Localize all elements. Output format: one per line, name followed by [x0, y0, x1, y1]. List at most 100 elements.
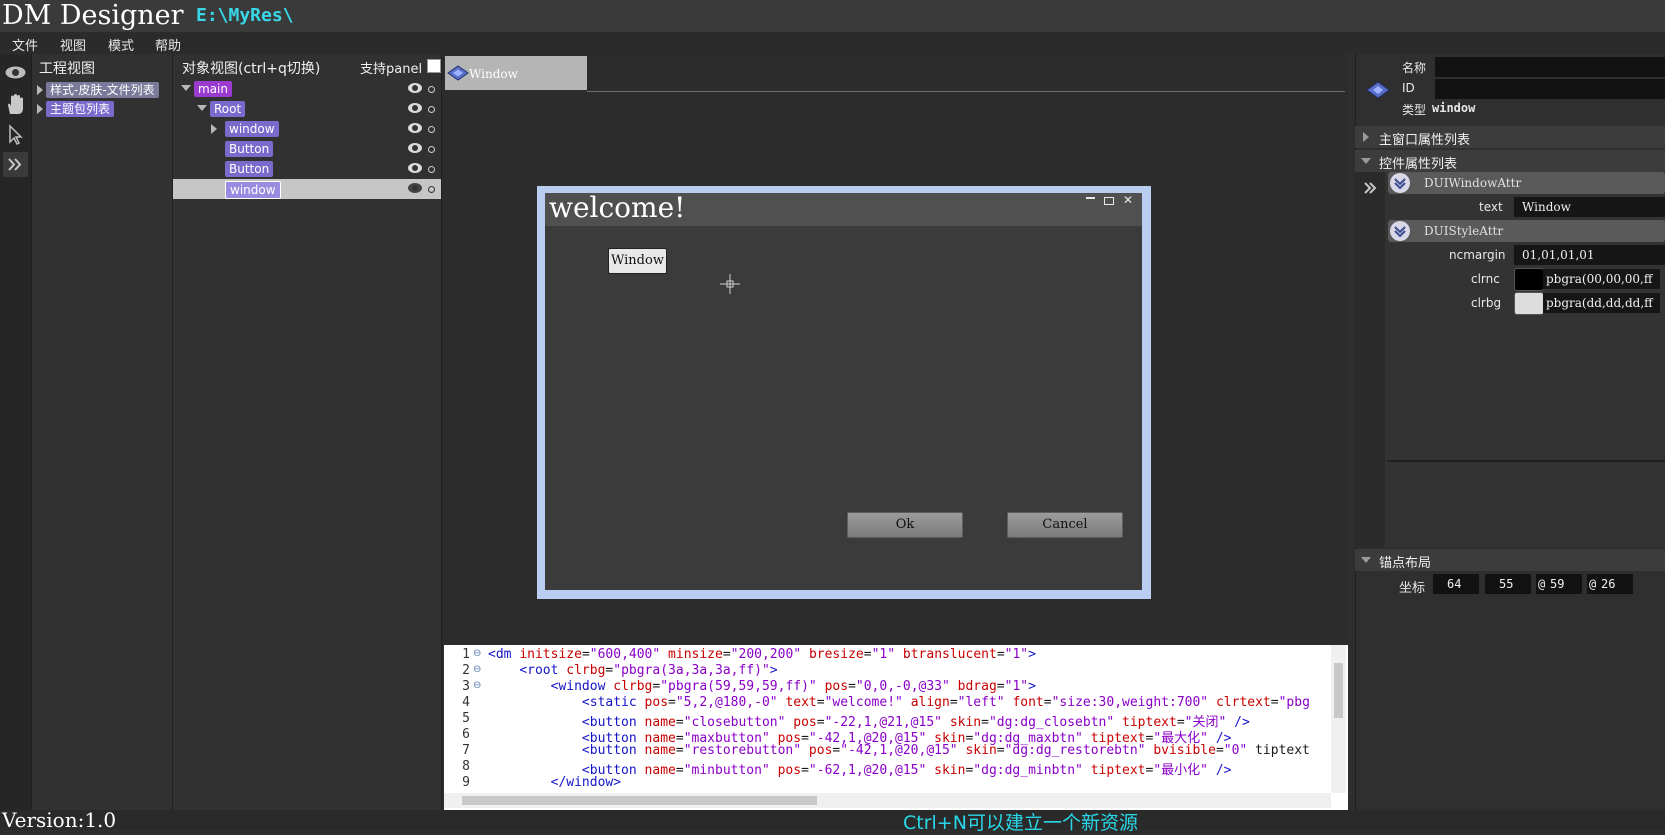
- tree-row-window[interactable]: window: [173, 119, 441, 139]
- tree-row-main[interactable]: main: [173, 79, 441, 99]
- collapse-arrow-icon[interactable]: [1361, 557, 1371, 563]
- code-editor[interactable]: 1 2 3 4 5 6 7 8 9 ⊖ ⊖ ⊖ <dm initsize="60…: [444, 645, 1348, 810]
- clrnc-value[interactable]: pbgra(00,00,00,ff: [1543, 269, 1660, 289]
- hand-icon[interactable]: [3, 92, 28, 117]
- coord-field-3[interactable]: @59: [1536, 574, 1582, 594]
- canvas-tab[interactable]: Window: [445, 56, 587, 90]
- fold-icon[interactable]: ⊖: [473, 664, 481, 675]
- coord-field-2[interactable]: 55: [1485, 574, 1531, 594]
- coord-field-4[interactable]: @26: [1587, 574, 1633, 594]
- id-label: ID: [1402, 81, 1415, 95]
- control-section-header[interactable]: 控件属性列表: [1355, 150, 1665, 172]
- code-line: <button name="maxbutton" pos="-42,1,@20,…: [581, 731, 1232, 746]
- cancel-button[interactable]: Cancel: [1007, 512, 1123, 538]
- name-field[interactable]: [1435, 57, 1665, 77]
- lock-dot-icon[interactable]: [428, 166, 435, 173]
- tree-row-button[interactable]: Button: [173, 139, 441, 159]
- ok-button[interactable]: Ok: [847, 512, 963, 538]
- expand-icon[interactable]: [1361, 179, 1379, 197]
- diamond-icon: [1366, 81, 1390, 99]
- code-text-area[interactable]: <dm initsize="600,400" minsize="200,200"…: [488, 645, 1328, 793]
- tree-item-button[interactable]: Button: [225, 161, 274, 177]
- ncmargin-label: ncmargin: [1449, 248, 1506, 262]
- expand-arrow-icon[interactable]: [211, 124, 217, 134]
- vertical-scrollbar[interactable]: [1331, 645, 1346, 793]
- window-attr-group[interactable]: DUIWindowAttr: [1388, 172, 1665, 194]
- menu-view[interactable]: 视图: [60, 35, 86, 54]
- code-line: </window>: [550, 775, 622, 790]
- expand-arrow-icon[interactable]: [37, 85, 43, 95]
- anchor-section-header[interactable]: 锚点布局: [1355, 549, 1665, 571]
- crosshair-cursor-icon: [720, 274, 740, 294]
- coord-field-1[interactable]: 64: [1433, 574, 1479, 594]
- tree-item-window[interactable]: window: [225, 181, 281, 199]
- fold-icon[interactable]: ⊖: [473, 680, 481, 691]
- lock-dot-icon[interactable]: [428, 86, 435, 93]
- menu-mode[interactable]: 模式: [108, 35, 134, 54]
- horizontal-scrollbar[interactable]: [444, 793, 1331, 808]
- canvas-tab-label: Window: [469, 67, 518, 81]
- object-view-title: 对象视图(ctrl+q切换): [182, 61, 321, 77]
- visibility-eye-icon[interactable]: [408, 83, 422, 93]
- fold-icon[interactable]: ⊖: [473, 648, 481, 659]
- expand-arrow-icon[interactable]: [37, 104, 43, 114]
- vertical-scroll-thumb[interactable]: [1334, 663, 1343, 718]
- coord-value: 59: [1550, 577, 1565, 591]
- style-attr-group-title: DUIStyleAttr: [1424, 224, 1504, 238]
- support-panel-checkbox[interactable]: [427, 59, 441, 73]
- visibility-eye-icon[interactable]: [408, 183, 422, 193]
- status-bar: [0, 810, 1665, 830]
- eye-icon[interactable]: [3, 60, 28, 85]
- tree-item-button[interactable]: Button: [225, 141, 274, 157]
- close-icon[interactable]: ✕: [1123, 193, 1133, 207]
- lock-dot-icon[interactable]: [428, 146, 435, 153]
- clrnc-color-swatch[interactable]: [1514, 268, 1544, 291]
- visibility-eye-icon[interactable]: [408, 123, 422, 133]
- style-attr-group[interactable]: DUIStyleAttr: [1388, 220, 1665, 242]
- tree-row-window-selected[interactable]: window: [173, 179, 441, 199]
- tree-row-button[interactable]: Button: [173, 159, 441, 179]
- main-window-section-title: 主窗口属性列表: [1379, 133, 1471, 148]
- menu-help[interactable]: 帮助: [155, 35, 181, 54]
- lock-dot-icon[interactable]: [428, 186, 435, 193]
- visibility-eye-icon[interactable]: [408, 143, 422, 153]
- tree-item-window[interactable]: window: [225, 121, 279, 137]
- clrbg-color-swatch[interactable]: [1514, 292, 1544, 315]
- pointer-icon[interactable]: [3, 122, 28, 147]
- main-window-section-header[interactable]: 主窗口属性列表: [1355, 126, 1665, 148]
- tree-row-root[interactable]: Root: [173, 99, 441, 119]
- text-attr-value[interactable]: Window: [1514, 197, 1665, 217]
- project-view-title: 工程视图: [39, 61, 95, 77]
- tree-item-root[interactable]: Root: [210, 101, 246, 117]
- divider: [1387, 460, 1665, 462]
- collapse-arrow-icon[interactable]: [1361, 158, 1371, 164]
- design-window-title[interactable]: welcome!: [549, 191, 685, 224]
- coord-value: 26: [1601, 577, 1616, 591]
- horizontal-scroll-thumb[interactable]: [462, 796, 817, 805]
- line-number: 6: [462, 727, 470, 742]
- id-field[interactable]: [1435, 79, 1665, 99]
- tree-item-main[interactable]: main: [194, 81, 232, 97]
- code-line: <static pos="5,2,@180,-0" text="welcome!…: [581, 695, 1310, 710]
- ncmargin-value[interactable]: 01,01,01,01: [1514, 245, 1665, 265]
- visibility-eye-icon[interactable]: [408, 103, 422, 113]
- hint-text: Ctrl+N可以建立一个新资源: [903, 812, 1138, 834]
- lock-dot-icon[interactable]: [428, 106, 435, 113]
- visibility-eye-icon[interactable]: [408, 163, 422, 173]
- lock-dot-icon[interactable]: [428, 126, 435, 133]
- window-button[interactable]: Window: [608, 248, 667, 274]
- tree-item-theme-packages[interactable]: 主题包列表: [46, 101, 115, 117]
- clrbg-value[interactable]: pbgra(dd,dd,dd,ff: [1543, 293, 1660, 313]
- collapse-arrow-icon[interactable]: [197, 105, 207, 111]
- type-value: window: [1432, 101, 1476, 115]
- expand-icon[interactable]: [3, 152, 28, 177]
- menu-file[interactable]: 文件: [12, 35, 38, 54]
- collapse-arrow-icon[interactable]: [181, 85, 191, 91]
- object-view-panel: 对象视图(ctrl+q切换) 支持panel main Root window …: [173, 54, 442, 810]
- maximize-icon[interactable]: [1104, 197, 1114, 205]
- collapse-chevron-icon[interactable]: [1390, 173, 1410, 193]
- minimize-icon[interactable]: [1086, 197, 1095, 199]
- collapse-chevron-icon[interactable]: [1390, 221, 1410, 241]
- expand-arrow-icon[interactable]: [1363, 132, 1369, 142]
- tree-item-style-skin-files[interactable]: 样式-皮肤-文件列表: [46, 82, 159, 98]
